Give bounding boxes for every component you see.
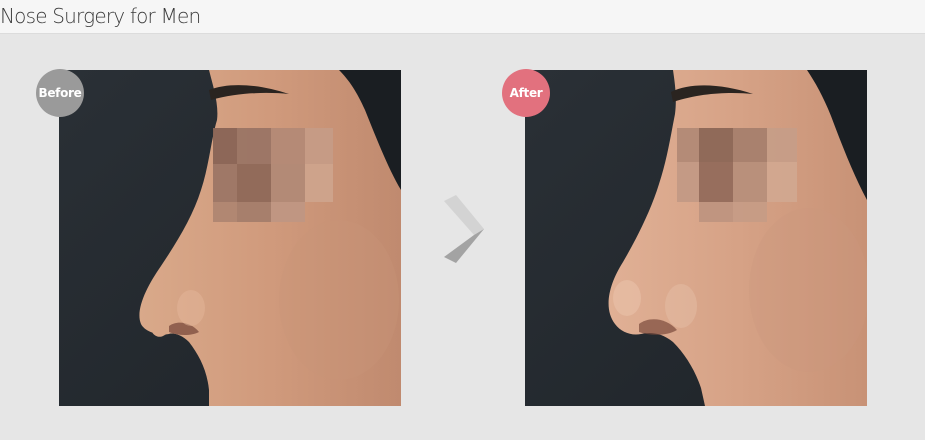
chevron-right-icon xyxy=(440,195,488,265)
page: Nose Surgery for Men Before After xyxy=(0,0,925,440)
after-badge: After xyxy=(502,69,550,117)
before-badge: Before xyxy=(36,69,84,117)
after-photo xyxy=(525,70,867,406)
page-title: Nose Surgery for Men xyxy=(0,4,201,28)
before-photo xyxy=(59,70,401,406)
title-bar: Nose Surgery for Men xyxy=(0,0,925,34)
